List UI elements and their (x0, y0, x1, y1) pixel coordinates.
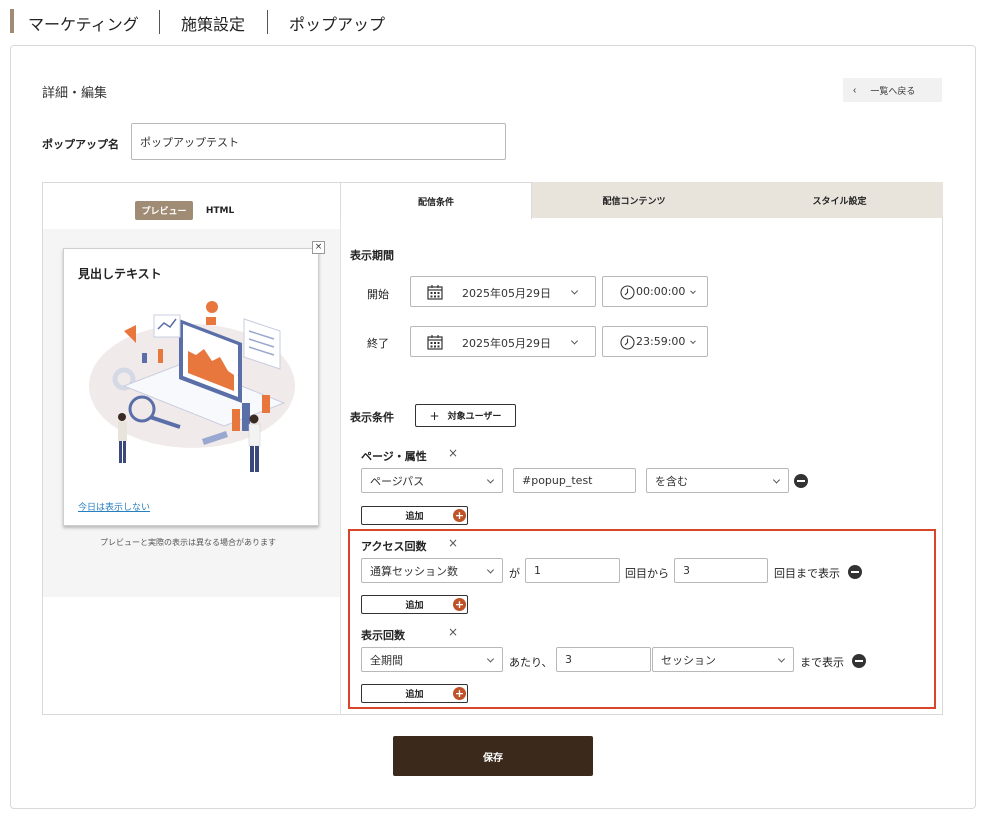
start-date-value: 2025年05月29日 (462, 287, 551, 300)
calendar-icon (427, 285, 443, 300)
display-count-value: 3 (565, 653, 572, 666)
display-per-text: あたり、 (509, 656, 553, 669)
dismiss-today-link[interactable]: 今日は表示しない (78, 500, 150, 513)
remove-display-count-icon[interactable]: × (448, 625, 458, 639)
access-ga-text: が (509, 567, 520, 580)
page-attr-select-value: ページパス (370, 474, 425, 488)
display-suffix: まで表示 (800, 656, 844, 669)
display-period-heading: 表示期間 (350, 249, 394, 262)
access-from-suffix: 回目から (625, 567, 669, 580)
end-label: 終了 (367, 337, 389, 350)
remove-page-attr-icon[interactable]: × (448, 446, 458, 460)
back-button-label: 一覧へ戻る (870, 85, 916, 96)
tab-preview[interactable]: プレビュー (135, 201, 193, 220)
access-to-value: 3 (683, 564, 690, 577)
add-circle-icon[interactable]: + (453, 687, 466, 700)
save-button[interactable]: 保存 (393, 736, 593, 776)
chevron-down-icon (772, 475, 781, 484)
back-to-list-button[interactable]: ‹ 一覧へ戻る (843, 78, 942, 102)
popup-name-label: ポップアップ名 (42, 138, 119, 151)
chevron-left-icon: ‹ (853, 84, 857, 96)
page-attr-label: ページ・属性 (361, 450, 427, 463)
analytics-illustration (89, 301, 295, 472)
breadcrumb-item-popup: ポップアップ (289, 15, 386, 34)
clock-icon (620, 285, 635, 300)
add-label: 追加 (405, 512, 424, 522)
page-title: 詳細・編集 (42, 86, 108, 101)
highlight-box (348, 529, 936, 709)
chevron-down-icon (486, 475, 495, 484)
start-time-value: 00:00:00 (636, 285, 686, 298)
end-time-value: 23:59:00 (636, 335, 686, 348)
end-date-value: 2025年05月29日 (462, 337, 551, 350)
target-user-label: 対象ユーザー (447, 412, 502, 422)
page-operator-select[interactable]: を含む (646, 468, 789, 493)
access-count-select[interactable]: 通算セッション数 (361, 558, 503, 583)
panel-divider (340, 218, 341, 715)
tab-delivery-content[interactable]: 配信コンテンツ (532, 182, 736, 218)
page-path-input[interactable]: #popup_test (513, 468, 636, 493)
popup-name-value: ポップアップテスト (140, 135, 239, 149)
tab-style-settings[interactable]: スタイル設定 (736, 182, 943, 218)
remove-condition-icon[interactable] (794, 474, 808, 488)
chevron-down-icon (690, 287, 696, 294)
remove-condition-icon[interactable] (852, 654, 866, 668)
access-from-value: 1 (534, 564, 541, 577)
plus-icon: + (429, 408, 440, 423)
access-count-label: アクセス回数 (361, 540, 427, 553)
popup-name-input[interactable]: ポップアップテスト (131, 123, 506, 160)
display-conditions-heading: 表示条件 (350, 411, 394, 424)
clock-icon (620, 335, 635, 350)
add-display-count-button[interactable]: 追加 (361, 684, 468, 703)
access-to-input[interactable]: 3 (674, 558, 768, 583)
breadcrumb-separator (267, 10, 268, 34)
chevron-down-icon (486, 654, 495, 663)
breadcrumb-accent-bar (10, 9, 14, 33)
tab-html[interactable]: HTML (200, 201, 240, 220)
add-label: 追加 (405, 690, 424, 700)
remove-access-count-icon[interactable]: × (448, 536, 458, 550)
chevron-down-icon (777, 654, 786, 663)
display-unit-select[interactable]: セッション (652, 647, 794, 672)
end-date-picker[interactable]: 2025年05月29日 (410, 326, 596, 357)
access-from-input[interactable]: 1 (525, 558, 620, 583)
popup-preview: 見出しテキスト 今日は表示しない (63, 248, 319, 526)
add-label: 追加 (405, 601, 424, 611)
display-unit-value: セッション (661, 653, 716, 667)
start-label: 開始 (367, 288, 389, 301)
breadcrumb-separator (159, 10, 160, 34)
access-count-select-value: 通算セッション数 (370, 564, 458, 578)
add-page-attr-button[interactable]: 追加 (361, 506, 468, 525)
popup-heading: 見出しテキスト (78, 267, 162, 281)
add-access-count-button[interactable]: 追加 (361, 595, 468, 614)
end-time-picker[interactable]: 23:59:00 (602, 326, 708, 357)
breadcrumb-item-campaign-settings[interactable]: 施策設定 (181, 11, 245, 35)
access-to-suffix: 回目まで表示 (774, 567, 840, 580)
add-circle-icon[interactable]: + (453, 598, 466, 611)
page-path-value: #popup_test (522, 474, 593, 487)
breadcrumb-item-marketing[interactable]: マーケティング (28, 11, 139, 35)
display-period-select[interactable]: 全期間 (361, 647, 503, 672)
start-time-picker[interactable]: 00:00:00 (602, 276, 708, 307)
chevron-down-icon (486, 565, 495, 574)
start-date-picker[interactable]: 2025年05月29日 (410, 276, 596, 307)
display-count-label: 表示回数 (361, 629, 405, 642)
page-operator-value: を含む (655, 474, 688, 488)
target-user-button[interactable]: + 対象ユーザー (415, 404, 516, 427)
display-period-value: 全期間 (370, 653, 403, 667)
display-count-input[interactable]: 3 (556, 647, 651, 672)
preview-note: プレビューと実際の表示は異なる場合があります (100, 538, 276, 547)
add-circle-icon[interactable]: + (453, 509, 466, 522)
chevron-down-icon (690, 337, 696, 344)
chevron-down-icon (570, 336, 579, 345)
chevron-down-icon (570, 286, 579, 295)
popup-close-icon[interactable]: × (312, 241, 325, 254)
remove-condition-icon[interactable] (848, 565, 862, 579)
page-attr-select[interactable]: ページパス (361, 468, 503, 493)
calendar-icon (427, 335, 443, 350)
tab-delivery-conditions[interactable]: 配信条件 (340, 182, 532, 219)
